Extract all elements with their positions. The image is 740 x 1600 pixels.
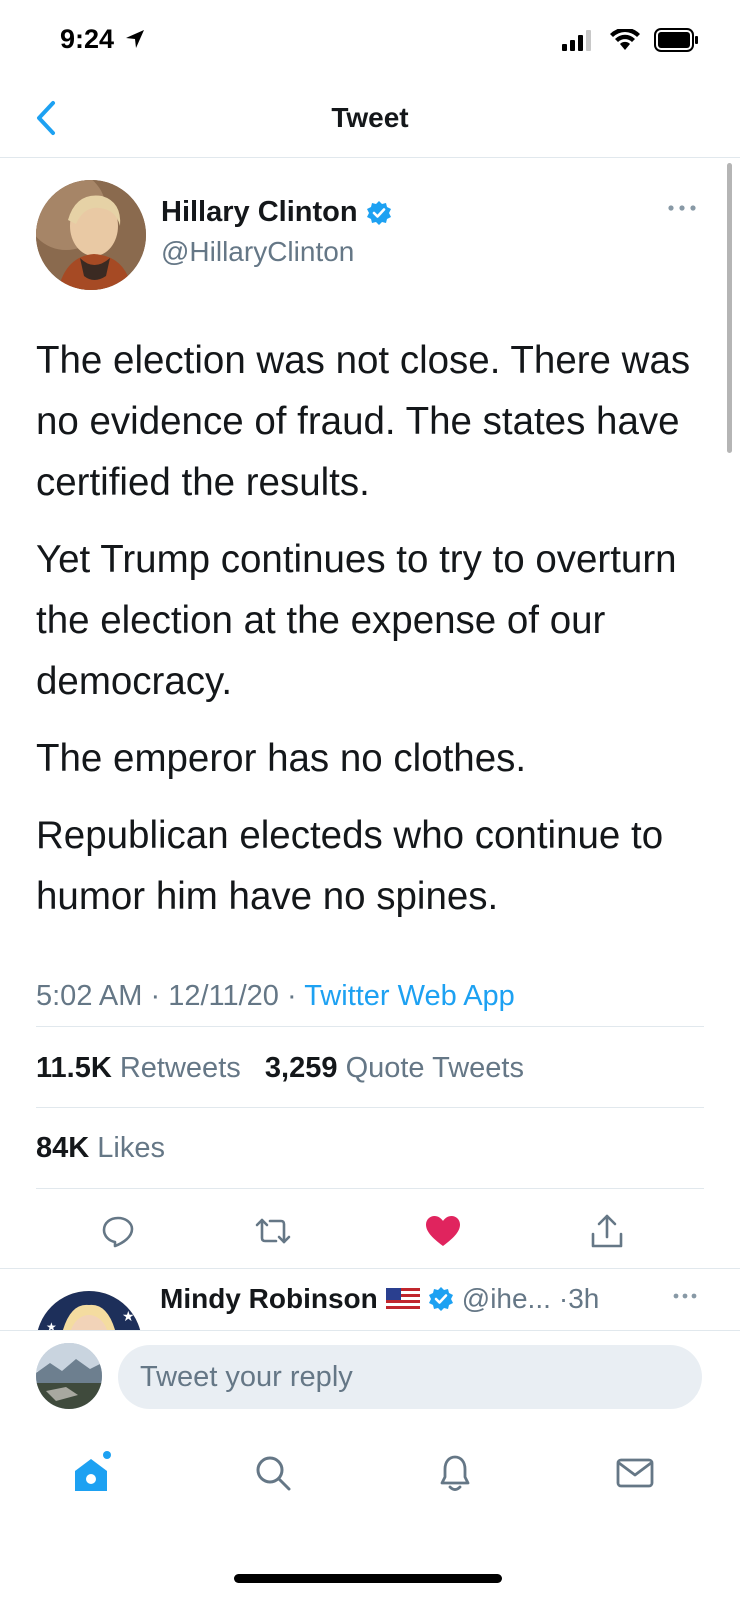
tweet-meta: 5:02 AM · 12/11/20 · Twitter Web App — [36, 980, 515, 1013]
reply-time: ·3h — [558, 1283, 600, 1314]
status-icons — [562, 28, 700, 52]
reply-author: Mindy Robinson @ihe... ·3h — [160, 1283, 599, 1315]
tweet-header: Hillary Clinton @HillaryClinton — [36, 180, 706, 290]
reply-time-text: 3h — [568, 1283, 600, 1314]
svg-text:★: ★ — [122, 1308, 135, 1324]
tweet-time: 5:02 AM — [36, 980, 143, 1012]
divider — [36, 1107, 704, 1108]
divider — [36, 1026, 704, 1027]
like-button[interactable] — [418, 1206, 468, 1256]
retweets-label: Retweets — [119, 1052, 241, 1084]
status-time: 9:24 — [60, 24, 146, 55]
tab-messages[interactable] — [610, 1448, 660, 1498]
signal-icon — [562, 30, 591, 51]
tweet-paragraph: The emperor has no clothes. — [36, 737, 527, 780]
status-bar: 9:24 — [0, 0, 740, 80]
retweets-count: 11.5K — [36, 1052, 112, 1084]
reply-composer — [0, 1330, 740, 1430]
reply-input[interactable] — [118, 1345, 702, 1409]
tweet-text: The election was not close. There was no… — [36, 330, 706, 943]
tab-bar — [0, 1430, 740, 1530]
author-name-text: Hillary Clinton — [161, 196, 358, 228]
tweet-paragraph: The election was not close. There was no… — [36, 339, 691, 504]
reply-more-button[interactable] — [670, 1291, 700, 1301]
nav-bar: Tweet — [0, 80, 740, 158]
tweet-date: 12/11/20 — [168, 980, 279, 1012]
tweet-paragraph: Republican electeds who continue to humo… — [36, 814, 664, 918]
tweet-actions — [36, 1206, 704, 1256]
more-horizontal-icon — [668, 205, 696, 211]
likes-label: Likes — [97, 1132, 165, 1164]
divider — [36, 1188, 704, 1189]
meta-separator: · — [150, 980, 169, 1012]
retweet-icon — [255, 1218, 291, 1244]
page-title: Tweet — [331, 102, 409, 133]
tab-search[interactable] — [248, 1448, 298, 1498]
heart-icon — [426, 1216, 460, 1246]
more-horizontal-icon — [673, 1293, 697, 1299]
us-flag-icon — [385, 1288, 420, 1310]
quote-tweets-label: Quote Tweets — [345, 1052, 524, 1084]
reply-author-handle[interactable]: @ihe... — [462, 1283, 551, 1315]
tweet-paragraph: Yet Trump continues to try to overturn t… — [36, 538, 677, 703]
meta-separator: · — [286, 980, 305, 1012]
verified-badge-icon — [366, 200, 391, 225]
status-time-text: 9:24 — [60, 24, 115, 54]
author-handle[interactable]: @HillaryClinton — [161, 236, 354, 268]
tweet-source-link[interactable]: Twitter Web App — [304, 980, 515, 1012]
current-user-avatar[interactable] — [36, 1343, 102, 1409]
battery-icon — [654, 28, 698, 52]
retweets-link[interactable]: 11.5K Retweets — [36, 1052, 241, 1084]
likes-link[interactable]: 84K Likes — [36, 1132, 165, 1164]
search-icon — [256, 1456, 291, 1491]
reply-button[interactable] — [93, 1206, 143, 1256]
reply-list-item[interactable]: ★ ★ Mindy Robinson @ihe... ·3h — [0, 1268, 740, 1330]
mail-icon — [616, 1458, 654, 1488]
retweet-button[interactable] — [248, 1206, 298, 1256]
tab-home[interactable] — [66, 1448, 116, 1498]
svg-text:★: ★ — [46, 1320, 57, 1330]
likes-count: 84K — [36, 1132, 90, 1164]
verified-badge-icon — [428, 1287, 453, 1311]
share-icon — [591, 1214, 623, 1248]
likes-stats: 84K Likes — [36, 1132, 165, 1165]
scrollbar[interactable] — [727, 163, 732, 453]
home-indicator[interactable] — [234, 1574, 502, 1583]
reply-avatar[interactable]: ★ ★ — [36, 1291, 142, 1330]
home-icon — [75, 1451, 111, 1491]
quote-tweets-link[interactable]: 3,259 Quote Tweets — [265, 1052, 524, 1084]
more-options-button[interactable] — [662, 198, 702, 218]
tab-notifications[interactable] — [430, 1448, 480, 1498]
bell-icon — [440, 1455, 470, 1491]
reply-icon — [102, 1216, 134, 1248]
wifi-icon — [610, 29, 640, 50]
author-avatar[interactable] — [36, 180, 146, 290]
location-arrow-icon — [125, 30, 144, 48]
quote-tweets-count: 3,259 — [264, 1052, 338, 1084]
reply-author-name[interactable]: Mindy Robinson — [160, 1283, 378, 1315]
author-name[interactable]: Hillary Clinton — [161, 196, 392, 229]
retweet-stats: 11.5K Retweets 3,259 Quote Tweets — [36, 1052, 524, 1085]
share-button[interactable] — [582, 1206, 632, 1256]
